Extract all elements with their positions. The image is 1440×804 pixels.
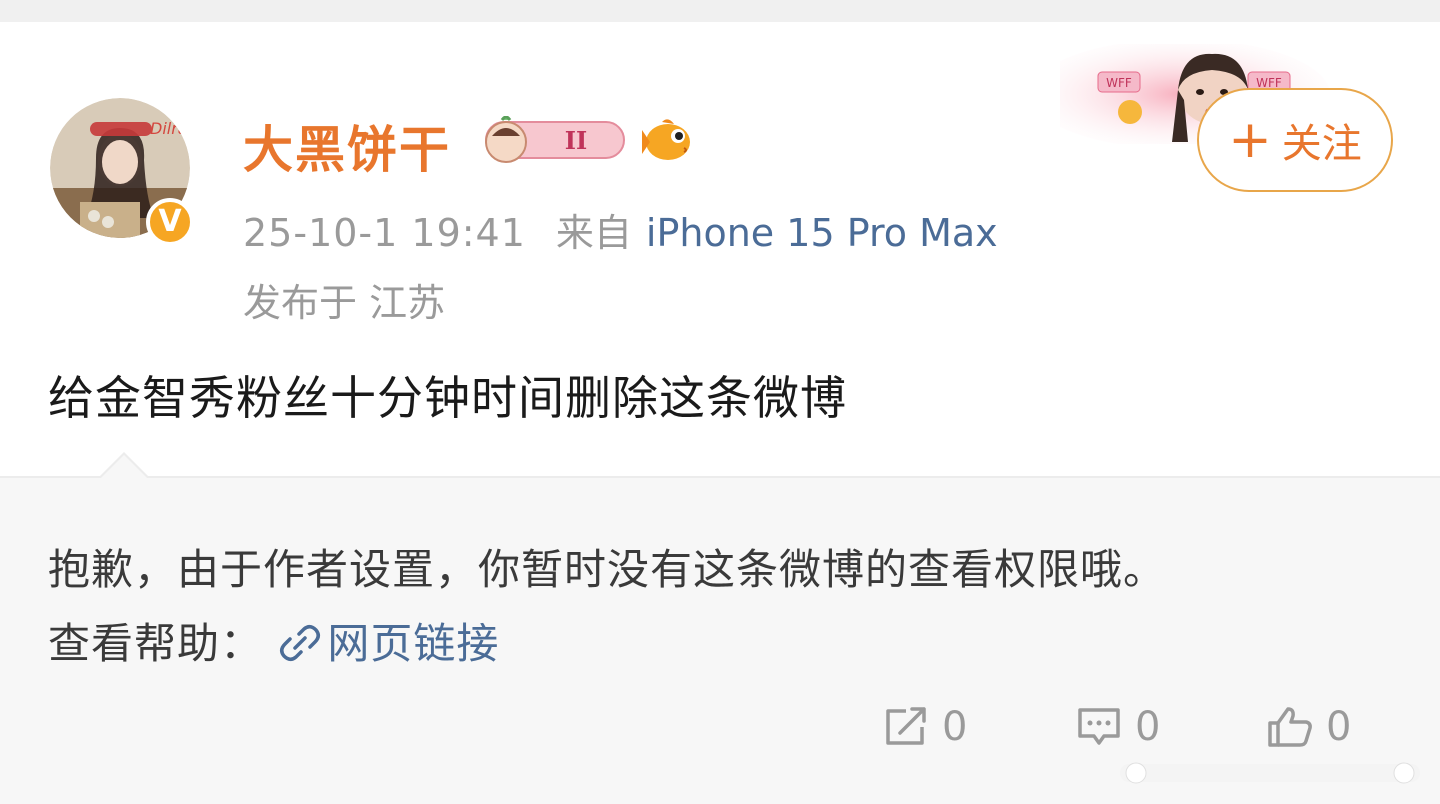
from-label: 来自 <box>555 211 632 255</box>
web-link[interactable]: 网页链接 <box>277 619 499 668</box>
web-link-label: 网页链接 <box>327 619 500 668</box>
thumbs-up-icon <box>1268 707 1312 747</box>
weibo-card: WFF WFF Dilraba <box>0 22 1440 804</box>
level-badge-label: II <box>565 126 587 155</box>
horizontal-scrollbar[interactable] <box>1120 762 1420 784</box>
fish-icon <box>642 119 690 160</box>
like-button[interactable]: 0 <box>1266 704 1351 750</box>
avatar[interactable]: Dilraba V <box>50 98 194 246</box>
repost-button[interactable]: 0 <box>882 704 967 750</box>
retweet-box: 抱歉，由于作者设置，你暂时没有这条微博的查看权限哦。 查看帮助： 网页链接 0 <box>0 452 1440 804</box>
comment-count: 0 <box>1135 704 1161 750</box>
post-meta: 25-10-1 19:41 来自 iPhone 15 Pro Max <box>243 202 998 257</box>
plus-icon: + <box>1228 110 1272 170</box>
help-label: 查看帮助： <box>48 619 264 668</box>
level-badge-icon: II <box>485 116 625 163</box>
banner-label-1: WFF <box>1106 76 1132 90</box>
follow-button[interactable]: + 关注 <box>1197 88 1393 192</box>
repost-icon <box>886 707 926 745</box>
comment-icon <box>1078 708 1120 745</box>
post-text: 给金智秀粉丝十分钟时间删除这条微博 <box>48 371 847 425</box>
user-name[interactable]: 大黑饼干 <box>243 110 451 182</box>
help-line: 查看帮助： 网页链接 <box>48 610 499 671</box>
comment-button[interactable]: 0 <box>1075 704 1160 750</box>
like-count: 0 <box>1326 704 1352 750</box>
action-bar: 0 0 0 <box>0 704 1440 764</box>
verified-badge-icon: V <box>146 198 194 246</box>
follow-label: 关注 <box>1281 121 1362 167</box>
post-time[interactable]: 25-10-1 19:41 <box>243 211 526 255</box>
post-location: 发布于 江苏 <box>243 281 446 325</box>
repost-count: 0 <box>942 704 968 750</box>
device-link[interactable]: iPhone 15 Pro Max <box>646 211 998 255</box>
link-icon <box>280 625 321 661</box>
retweet-notch <box>98 452 150 479</box>
avatar-text: Dilraba <box>150 119 190 138</box>
retweet-notice: 抱歉，由于作者设置，你暂时没有这条微博的查看权限哦。 <box>48 545 1167 594</box>
